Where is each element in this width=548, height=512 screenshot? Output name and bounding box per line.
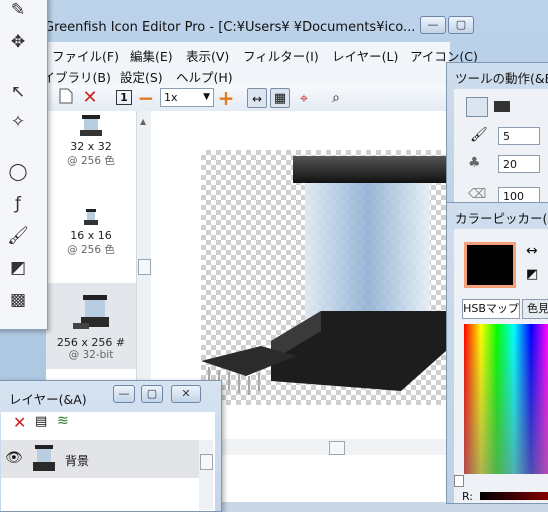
crosshair-icon[interactable]: ⌖ bbox=[294, 88, 314, 108]
icon-entry-16[interactable]: 16 x 16 @ 256 色 bbox=[46, 206, 136, 266]
icon-thumbnail bbox=[73, 295, 109, 329]
outline-shape-icon[interactable] bbox=[466, 97, 488, 117]
layer-thumbnail bbox=[33, 445, 55, 471]
pencil-icon[interactable]: ✎ bbox=[5, 0, 31, 23]
menu-help[interactable]: ヘルプ(H) bbox=[176, 67, 233, 86]
magic-wand-icon[interactable]: ✧ bbox=[5, 109, 31, 135]
scroll-thumb[interactable] bbox=[138, 259, 151, 275]
r-slider[interactable] bbox=[480, 492, 548, 500]
scroll-thumb[interactable] bbox=[329, 441, 345, 455]
grid-icon[interactable]: ▦ bbox=[270, 88, 290, 108]
icon-size-label: 32 x 32 bbox=[70, 140, 112, 153]
search-icon[interactable]: ⌕ bbox=[326, 88, 346, 108]
select-pointer-icon[interactable]: ↖ bbox=[5, 79, 31, 105]
reset-colors-icon[interactable]: ◩ bbox=[526, 267, 538, 282]
opacity-field[interactable]: 20 bbox=[498, 155, 540, 173]
scroll-thumb[interactable] bbox=[200, 454, 213, 470]
texture-icon[interactable]: ▩ bbox=[5, 287, 31, 313]
swap-colors-icon[interactable]: ◩ bbox=[5, 255, 31, 281]
eraser-icon: ⌫ bbox=[468, 187, 487, 202]
new-page-icon[interactable] bbox=[56, 88, 76, 108]
delete-layer-icon[interactable]: ✕ bbox=[13, 413, 26, 432]
scroll-thumb[interactable] bbox=[454, 475, 464, 487]
window-title: Greenfish Icon Editor Pro - [C:¥Users¥ ¥… bbox=[44, 20, 416, 35]
page-number: 1 bbox=[116, 90, 132, 105]
current-color-swatch[interactable] bbox=[464, 242, 516, 288]
icon-entry-256[interactable]: 256 x 256 # @ 32-bit bbox=[46, 283, 136, 369]
tool-palette: ✎ ✥ ↖ ✧ ◯ ƒ 🖌 ◩ ▩ bbox=[0, 0, 48, 330]
icon-depth-label: @ 256 色 bbox=[67, 244, 115, 256]
layers-window: レイヤー(&A) — ▢ ✕ ✕ ▤ ≋ 👁 背景 bbox=[0, 380, 222, 512]
icon-thumbnail bbox=[84, 209, 98, 225]
minimize-button[interactable]: — bbox=[420, 16, 446, 34]
tool-options-window: ツールの動作(&B 🖌 5 ♣ 20 ⌫ 100 bbox=[446, 62, 548, 214]
zoom-value: 1x bbox=[164, 91, 178, 104]
filled-shape-icon[interactable] bbox=[494, 101, 510, 112]
curve-icon[interactable]: ƒ bbox=[5, 191, 31, 217]
merge-layers-icon[interactable]: ≋ bbox=[57, 413, 69, 429]
brush-icon[interactable]: 🖌 bbox=[5, 223, 31, 249]
visibility-icon[interactable]: 👁 bbox=[5, 450, 23, 466]
zoom-in-icon[interactable]: + bbox=[216, 88, 236, 108]
main-window: Greenfish Icon Editor Pro - [C:¥Users¥ ¥… bbox=[0, 0, 548, 512]
toolbar: ✕ 1 − 1x ▼ + ↔ ▦ ⌖ ⌕ bbox=[0, 85, 450, 112]
tool-options-title: ツールの動作(&B bbox=[455, 71, 548, 86]
icon-size-label: 256 x 256 # bbox=[56, 336, 126, 349]
maximize-button[interactable]: ▢ bbox=[448, 16, 474, 34]
icon-size-label: 16 x 16 bbox=[70, 229, 112, 242]
chevron-down-icon: ▼ bbox=[203, 92, 210, 102]
ellipse-icon[interactable]: ◯ bbox=[5, 159, 31, 185]
hsb-color-map[interactable] bbox=[464, 324, 548, 474]
layer-name: 背景 bbox=[65, 454, 90, 468]
layers-scrollbar[interactable] bbox=[199, 440, 213, 510]
tool-options-panel: 🖌 5 ♣ 20 ⌫ 100 bbox=[454, 89, 548, 213]
zoom-select[interactable]: 1x ▼ bbox=[160, 88, 214, 107]
r-label: R: bbox=[462, 490, 474, 503]
page-number-icon[interactable]: 1 bbox=[114, 88, 134, 108]
brush-size-icon: 🖌 bbox=[470, 127, 488, 143]
layers-title: レイヤー(&A) bbox=[9, 392, 87, 407]
move-icon[interactable]: ✥ bbox=[5, 29, 31, 55]
swap-arrows-icon[interactable]: ↔ bbox=[526, 243, 538, 259]
color-picker-panel: ↔ ◩ HSBマップ 色見 R: bbox=[454, 229, 548, 503]
icon-thumbnail bbox=[80, 115, 102, 136]
icon-depth-label: @ 256 色 bbox=[67, 155, 115, 167]
menu-bar-row2: ライブラリ(B) 設定(S) ヘルプ(H) bbox=[0, 63, 450, 85]
tab-hsb-map[interactable]: HSBマップ bbox=[462, 299, 520, 319]
layer-properties-icon[interactable]: ▤ bbox=[35, 414, 47, 429]
brush-size-field[interactable]: 5 bbox=[498, 127, 540, 145]
icon-entry-32[interactable]: 32 x 32 @ 256 色 bbox=[46, 111, 136, 171]
fit-width-icon[interactable]: ↔ bbox=[247, 88, 267, 108]
menu-settings[interactable]: 設定(S) bbox=[120, 67, 163, 86]
layers-panel: ✕ ▤ ≋ 👁 背景 bbox=[1, 412, 215, 511]
title-bar: Greenfish Icon Editor Pro - [C:¥Users¥ ¥… bbox=[0, 12, 548, 40]
layers-minimize-button[interactable]: — bbox=[113, 385, 135, 403]
delete-icon[interactable]: ✕ bbox=[80, 88, 100, 108]
layers-close-button[interactable]: ✕ bbox=[171, 385, 201, 403]
scroll-up-icon[interactable]: ▲ bbox=[140, 117, 146, 126]
layer-row[interactable]: 👁 背景 bbox=[1, 440, 199, 478]
tab-other[interactable]: 色見 bbox=[522, 299, 548, 319]
color-picker-title: カラーピッカー(& bbox=[455, 211, 548, 226]
color-picker-window: カラーピッカー(& ↔ ◩ HSBマップ 色見 R: bbox=[446, 202, 548, 504]
opacity-icon: ♣ bbox=[468, 155, 481, 171]
icon-depth-label: @ 32-bit bbox=[68, 349, 114, 361]
layers-maximize-button[interactable]: ▢ bbox=[141, 385, 163, 403]
menu-bar: ファイル(F) 編集(E) 表示(V) フィルター(I) レイヤー(L) アイコ… bbox=[0, 42, 478, 64]
zoom-out-icon[interactable]: − bbox=[136, 88, 156, 108]
